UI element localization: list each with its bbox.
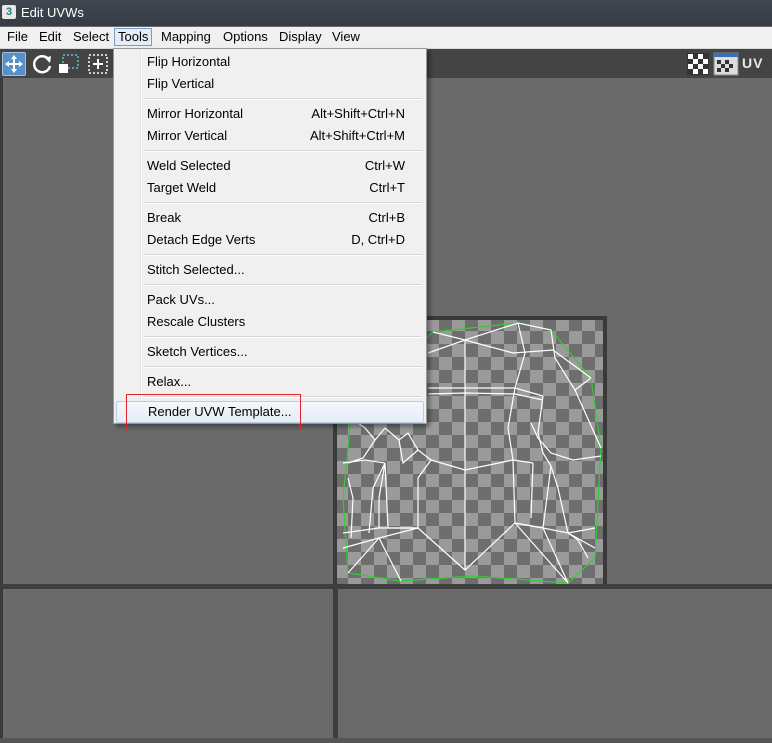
menu-item-relax[interactable]: Relax... [116,371,424,393]
menu-bar: File Edit Select Tools Mapping Options D… [0,27,772,49]
rotate-icon [32,55,52,74]
menu-item-shortcut: Ctrl+W [364,158,405,173]
menu-file[interactable]: File [4,28,31,46]
menu-tools[interactable]: Tools [114,28,153,46]
menu-item-shortcut: Alt+Shift+Ctrl+M [309,128,405,143]
menu-item-label: Flip Horizontal [147,54,231,69]
uv-channel-label: UV [742,55,764,71]
tools-dropdown-menu: Flip Horizontal Flip Vertical Mirror Hor… [113,48,427,424]
menu-separator [144,254,422,256]
menu-item-rescale-clusters[interactable]: Rescale Clusters [116,311,424,333]
menu-item-label: Stitch Selected... [147,262,245,277]
menu-display[interactable]: Display [276,28,325,46]
menu-item-label: Mirror Horizontal [147,106,244,121]
menu-options[interactable]: Options [220,28,271,46]
menu-item-label: Target Weld [147,180,217,195]
texture-window-icon [713,52,739,76]
move-tool-button[interactable] [2,52,26,76]
menu-edit[interactable]: Edit [36,28,64,46]
menu-item-mirror-vertical[interactable]: Mirror Vertical Alt+Shift+Ctrl+M [116,125,424,147]
menu-item-label: Break [147,210,181,225]
menu-item-shortcut: Ctrl+T [369,180,405,195]
menu-item-target-weld[interactable]: Target Weld Ctrl+T [116,177,424,199]
menu-item-mirror-horizontal[interactable]: Mirror Horizontal Alt+Shift+Ctrl+N [116,103,424,125]
menu-item-stitch-selected[interactable]: Stitch Selected... [116,259,424,281]
menu-item-shortcut: D, Ctrl+D [351,232,405,247]
menu-separator [144,336,422,338]
menu-item-shortcut: Alt+Shift+Ctrl+N [311,106,405,121]
menu-item-weld-selected[interactable]: Weld Selected Ctrl+W [116,155,424,177]
freeform-icon [88,54,108,74]
texture-map-button[interactable] [713,52,739,76]
menu-item-label: Flip Vertical [147,76,215,91]
app-icon: 3 [2,5,16,19]
menu-separator [144,202,422,204]
menu-item-label: Weld Selected [147,158,231,173]
freeform-tool-button[interactable] [86,52,110,76]
menu-item-label: Sketch Vertices... [147,344,248,359]
checker-pattern-button[interactable] [686,52,710,76]
menu-mapping[interactable]: Mapping [158,28,214,46]
menu-item-sketch-vertices[interactable]: Sketch Vertices... [116,341,424,363]
menu-item-flip-horizontal[interactable]: Flip Horizontal [116,51,424,73]
menu-item-label: Pack UVs... [147,292,215,307]
menu-separator [144,284,422,286]
checker-icon [687,53,709,75]
menu-select[interactable]: Select [70,28,112,46]
scale-tool-button[interactable] [57,52,81,76]
menu-item-pack-uvs[interactable]: Pack UVs... [116,289,424,311]
move-icon [5,55,23,73]
menu-separator [144,150,422,152]
rotate-tool-button[interactable] [31,52,55,76]
menu-item-break[interactable]: Break Ctrl+B [116,207,424,229]
menu-item-label: Mirror Vertical [147,128,228,143]
menu-item-label: Detach Edge Verts [147,232,256,247]
menu-item-shortcut: Ctrl+B [368,210,405,225]
menu-separator [144,366,422,368]
menu-separator [144,98,422,100]
status-bar [0,738,772,743]
menu-item-label: Rescale Clusters [147,314,246,329]
menu-item-label: Relax... [147,374,192,389]
highlight-annotation-box [126,394,301,430]
scale-icon [59,54,79,73]
lower-right-panel [338,589,772,743]
menu-view[interactable]: View [329,28,363,46]
menu-item-flip-vertical[interactable]: Flip Vertical [116,73,424,95]
window-title: Edit UVWs [21,5,84,20]
lower-left-panel [0,589,333,743]
title-bar: 3 Edit UVWs [0,0,772,26]
menu-item-detach-edge-verts[interactable]: Detach Edge Verts D, Ctrl+D [116,229,424,251]
